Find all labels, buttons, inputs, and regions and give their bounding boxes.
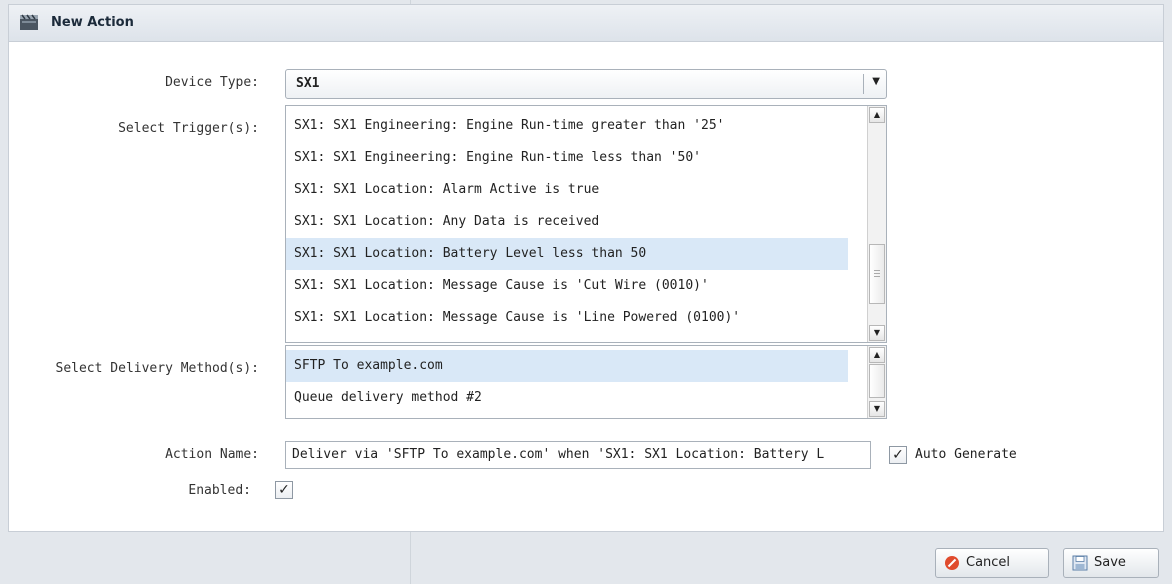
dialog-title: New Action — [51, 15, 134, 30]
dialog-titlebar: New Action — [9, 5, 1163, 42]
device-type-value: SX1 — [296, 76, 320, 91]
list-item-selected[interactable]: SFTP To example.com — [286, 350, 848, 382]
checkmark-icon: ✓ — [892, 447, 904, 463]
delivery-listbox[interactable]: SFTP To example.com Queue delivery metho… — [285, 345, 887, 419]
action-name-label: Action Name: — [165, 447, 259, 462]
enabled-label: Enabled: — [188, 483, 251, 498]
delivery-scrollbar[interactable]: ▲ ▼ — [867, 346, 886, 418]
scroll-up-icon[interactable]: ▲ — [869, 347, 885, 363]
device-type-select[interactable]: SX1 ▼ — [285, 69, 887, 99]
scroll-down-icon[interactable]: ▼ — [869, 325, 885, 341]
select-separator — [863, 74, 864, 94]
clapperboard-icon — [20, 14, 38, 30]
delivery-label: Select Delivery Method(s): — [55, 361, 260, 376]
list-item[interactable]: SX1: SX1 Engineering: Engine Run-time le… — [286, 142, 848, 174]
list-item[interactable]: SX1: SX1 Location: Any Data is received — [286, 206, 848, 238]
grip-icon — [874, 270, 880, 278]
list-item[interactable]: Queue delivery method #2 — [286, 382, 848, 414]
action-name-input[interactable]: Deliver via 'SFTP To example.com' when '… — [285, 441, 871, 469]
enabled-checkbox[interactable]: ✓ — [275, 481, 293, 499]
auto-generate-checkbox[interactable]: ✓ — [889, 446, 907, 464]
new-action-dialog: New Action Device Type: SX1 ▼ Select Tri… — [8, 4, 1164, 532]
list-item[interactable]: SX1: SX1 Location: Message Cause is 'Cut… — [286, 270, 848, 302]
cancel-button[interactable]: Cancel — [935, 548, 1049, 578]
triggers-listbox[interactable]: SX1: SX1 Engineering: Engine Run-time gr… — [285, 105, 887, 343]
cancel-icon — [945, 556, 959, 570]
scroll-thumb[interactable] — [869, 244, 885, 304]
scroll-thumb[interactable] — [869, 364, 885, 398]
list-item[interactable]: SX1: SX1 Engineering: Engine Run-time gr… — [286, 110, 848, 142]
list-item-selected[interactable]: SX1: SX1 Location: Battery Level less th… — [286, 238, 848, 270]
scroll-up-icon[interactable]: ▲ — [869, 107, 885, 123]
auto-generate-label: Auto Generate — [915, 447, 1017, 462]
triggers-label: Select Trigger(s): — [118, 121, 259, 136]
cancel-label: Cancel — [966, 555, 1011, 570]
chevron-down-icon[interactable]: ▼ — [872, 76, 880, 87]
floppy-disk-icon — [1072, 555, 1088, 571]
list-item[interactable]: SX1: SX1 Location: Message Cause is 'Lin… — [286, 302, 848, 334]
list-item[interactable]: SX1: SX1 Location: Alarm Active is true — [286, 174, 848, 206]
save-button[interactable]: Save — [1063, 548, 1159, 578]
scroll-down-icon[interactable]: ▼ — [869, 401, 885, 417]
checkmark-icon: ✓ — [278, 482, 290, 498]
device-type-label: Device Type: — [165, 75, 259, 90]
triggers-scrollbar[interactable]: ▲ ▼ — [867, 106, 886, 342]
save-label: Save — [1094, 555, 1126, 570]
